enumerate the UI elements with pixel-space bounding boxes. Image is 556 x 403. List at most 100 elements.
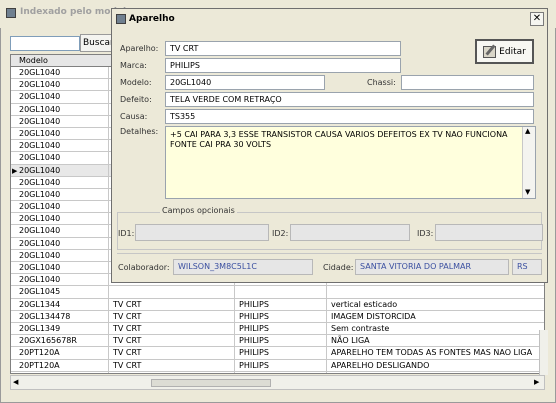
search-input[interactable]	[10, 36, 80, 51]
dialog-icon	[116, 14, 126, 24]
cell-model: 20GL1040	[11, 115, 109, 127]
cell-model: 20GL1040	[11, 67, 109, 79]
cell-model: 20GL134478	[11, 310, 109, 322]
causa-field[interactable]: TS355	[165, 109, 534, 124]
edit-button[interactable]: Editar	[475, 39, 534, 64]
label-colaborador: Colaborador:	[118, 263, 170, 272]
detalhes-scrollbar[interactable]: ▲ ▼	[522, 127, 535, 198]
cell-model: 20GL1040	[11, 79, 109, 91]
label-marca: Marca:	[120, 61, 147, 70]
chassi-field[interactable]	[401, 75, 534, 90]
label-defeito: Defeito:	[120, 95, 152, 104]
edit-icon	[483, 43, 497, 58]
table-row[interactable]: 20GL134478 TV CRT PHILIPS IMAGEM DISTORCIDA	[11, 310, 544, 323]
cell-type: TV CRT	[109, 359, 235, 371]
cell-model: 20GL1040	[11, 201, 109, 213]
cell-model: 20GL1040	[11, 140, 109, 152]
cell-defect: NÃO LIGA	[331, 336, 370, 346]
cell-brand: PHILIPS	[235, 322, 327, 335]
cell-model: 20GL1040	[11, 249, 109, 261]
cell-model: 20GX165678R	[11, 335, 109, 347]
detalhes-textarea[interactable]: +5 CAI PARA 3,3 ESSE TRANSISTOR CAUSA VA…	[165, 126, 536, 199]
table-row[interactable]: 20PT120A TV CRT PHILIPS APARELHO TEM TODAS …	[11, 347, 544, 360]
cell-model: 20GL1040	[11, 91, 109, 103]
cell-brand: PHILIPS	[235, 347, 327, 359]
cidade-field: SANTA VITORIA DO PALMAR	[355, 259, 509, 275]
cell-defect: vertical esticado	[331, 299, 398, 309]
cell-brand: PHILIPS	[235, 371, 327, 373]
cell-defect: Sem contraste	[331, 323, 390, 333]
id3-field[interactable]	[435, 224, 543, 241]
label-causa: Causa:	[120, 112, 148, 121]
search-button[interactable]: Buscar	[80, 34, 114, 52]
cell-model: 20GL1040	[11, 274, 109, 286]
scroll-up-icon[interactable]: ▲	[525, 127, 530, 135]
cell-brand: PHILIPS	[235, 310, 327, 322]
cell-model: 20GL1040	[11, 152, 109, 164]
cell-type	[109, 286, 235, 298]
cell-brand: PHILIPS	[235, 359, 327, 371]
dialog-title: Aparelho	[129, 14, 175, 24]
cell-type: TV CRT	[109, 347, 235, 359]
edit-button-label: Editar	[499, 46, 526, 57]
app-icon	[6, 8, 16, 18]
cell-model: 20GL1344	[11, 298, 109, 310]
cell-type: TV CRT	[109, 335, 235, 347]
current-row-indicator-icon: ▶	[12, 166, 18, 175]
cell-model: 20GL1040	[11, 237, 109, 249]
cell-defect: IMAGEM DISTORCIDA	[331, 311, 416, 321]
colaborador-field: WILSON_3M8C5L1C	[173, 259, 313, 275]
cell-type: TV CRT	[109, 371, 235, 373]
cell-model: 20PT120A	[11, 347, 109, 359]
device-dialog: Aparelho ✕ Aparelho: TV CRT Marca: PHILI…	[111, 8, 548, 283]
uf-field: RS	[512, 259, 542, 275]
label-detalhes: Detalhes:	[120, 127, 159, 136]
modelo-field[interactable]: 20GL1040	[165, 75, 325, 90]
table-row[interactable]: 20GL1349 TV CRT PHILIPS Sem contraste	[11, 322, 544, 336]
id2-field[interactable]	[290, 224, 410, 241]
id1-field[interactable]	[135, 224, 269, 241]
defeito-field[interactable]: TELA VERDE COM RETRAÇO	[165, 92, 534, 107]
scroll-left-icon[interactable]: ◀	[13, 378, 18, 386]
cell-brand: PHILIPS	[235, 298, 327, 310]
cell-model: 20GL1040	[11, 103, 109, 115]
cell-model: 20GL1040	[11, 188, 109, 201]
cell-defect: SEM OSD	[327, 372, 537, 374]
label-id3: ID3:	[417, 229, 434, 238]
cell-defect: APARELHO TEM TODAS AS FONTES MAS NAO LIG…	[331, 348, 533, 358]
label-modelo: Modelo:	[120, 78, 152, 87]
label-id1: ID1:	[118, 229, 135, 238]
cell-model: 20GL1040	[11, 213, 109, 225]
cell-type: TV CRT	[109, 310, 235, 322]
table-row[interactable]: 20PT120A TV CRT PHILIPS APARELHO DESLIGANDO	[11, 359, 544, 372]
scroll-down-icon[interactable]: ▼	[525, 188, 530, 196]
table-row[interactable]: 20GL1344 TV CRT PHILIPS vertical esticado	[11, 298, 544, 311]
label-chassi: Chassi:	[367, 78, 396, 87]
label-id2: ID2:	[272, 229, 289, 238]
horizontal-scrollbar[interactable]: ◀ ▶	[10, 375, 545, 390]
scroll-thumb[interactable]	[151, 379, 271, 387]
marca-field[interactable]: PHILIPS	[165, 58, 401, 73]
cell-type: TV CRT	[109, 322, 235, 335]
table-row[interactable]: 20GL1045	[11, 286, 544, 299]
detalhes-line-1: +5 CAI PARA 3,3 ESSE TRANSISTOR CAUSA VA…	[170, 130, 508, 139]
table-row[interactable]: 20PT120ATV CRTPHILIPSSEM OSD	[11, 371, 544, 374]
cell-model: 20GL1040	[11, 262, 109, 274]
scroll-right-icon[interactable]: ▶	[534, 378, 539, 386]
cell-model: 20GL1040	[11, 127, 109, 140]
cell-model: 20GL1040	[11, 164, 109, 176]
detalhes-line-2: FONTE CAI PRA 30 VOLTS	[170, 140, 272, 149]
dialog-titlebar[interactable]: Aparelho ✕	[112, 9, 547, 29]
label-cidade: Cidade:	[323, 263, 354, 272]
close-icon[interactable]: ✕	[530, 12, 544, 26]
aparelho-field[interactable]: TV CRT	[165, 41, 401, 56]
vertical-scrollbar[interactable]	[539, 330, 548, 375]
cell-model: 20GL1040	[11, 225, 109, 237]
cell-brand: PHILIPS	[235, 335, 327, 347]
cell-model: 20PT120A	[11, 371, 109, 373]
cell-type: TV CRT	[109, 298, 235, 310]
cell-model: 20GL1045	[11, 286, 109, 298]
cell-model: 20GL1349	[11, 322, 109, 335]
label-aparelho: Aparelho:	[120, 44, 159, 53]
table-row[interactable]: 20GX165678R TV CRT PHILIPS NÃO LIGA	[11, 335, 544, 348]
